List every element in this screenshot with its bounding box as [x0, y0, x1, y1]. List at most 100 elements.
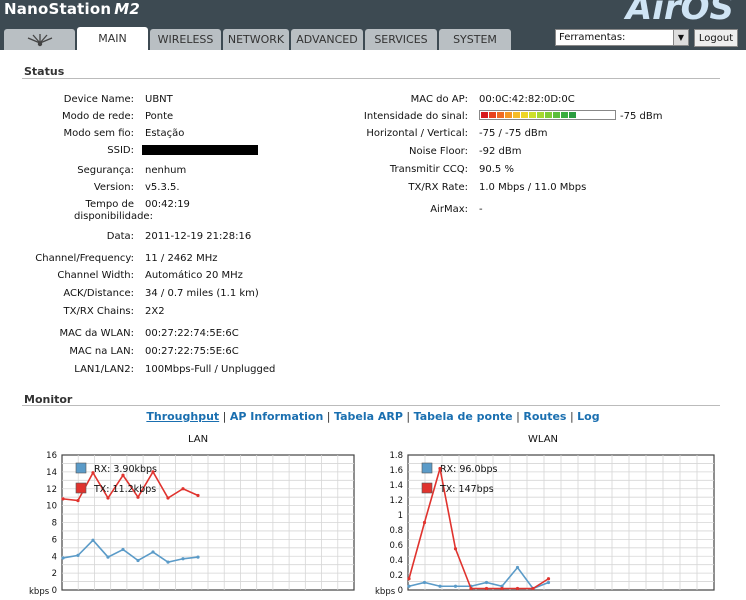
data-point	[484, 586, 489, 591]
data-point	[181, 487, 185, 491]
status-label: ACK/Distance:	[63, 288, 134, 299]
tab-network[interactable]: NETWORK	[223, 29, 289, 50]
legend-label: TX: 11.2kbps	[93, 484, 156, 495]
data-point	[546, 580, 551, 585]
signal-strength-segment	[585, 112, 592, 118]
tab-system[interactable]: SYSTEM	[439, 29, 511, 50]
wlan-throughput-chart: 1.8 1.6 1.4 1.2 1 0.8 0.6 0.4 0.2 0kbps RX: 96.0bp…	[375, 451, 715, 597]
link-log[interactable]: Log	[577, 410, 599, 423]
status-label: AirMax:	[430, 204, 468, 215]
status-value: v5.3.5.	[145, 182, 180, 193]
tools-dropdown-value: Ferramentas:	[559, 32, 626, 43]
tab-services[interactable]: SERVICES	[365, 29, 437, 50]
status-title: Status	[24, 65, 65, 78]
y-tick-label: 0	[398, 586, 403, 596]
status-label: Data:	[106, 231, 134, 242]
y-tick-label: 0.8	[389, 526, 403, 536]
data-point	[166, 496, 170, 500]
data-point	[91, 538, 95, 542]
tab-network-label: NETWORK	[227, 33, 285, 46]
lan-throughput-chart: 16 14 12 10 8 6 4 2 0kbps RX: 3.90kbps TX: 11.2kbp…	[29, 451, 355, 597]
link-tabela-arp[interactable]: Tabela ARP	[334, 410, 403, 423]
main-tabs: MAIN WIRELESS NETWORK ADVANCED SERVICES …	[4, 27, 513, 50]
status-value: Automático 20 MHz	[145, 270, 243, 281]
link-separator: |	[566, 410, 578, 423]
data-point	[136, 495, 140, 499]
ssid-redacted-value	[142, 145, 258, 155]
status-value: 00:27:22:74:5E:6C	[145, 328, 239, 339]
status-label: MAC do AP:	[410, 94, 468, 105]
y-tick-label: 1.2	[389, 496, 403, 506]
logout-button[interactable]: Logout	[694, 29, 738, 47]
y-axis-label: kbps	[29, 587, 50, 597]
data-point	[121, 473, 125, 477]
brand-model: M2	[114, 0, 141, 18]
tools-dropdown[interactable]: Ferramentas: ▼	[555, 29, 689, 46]
tab-advanced[interactable]: ADVANCED	[291, 29, 363, 50]
data-point	[91, 471, 95, 475]
data-point	[166, 560, 170, 564]
lan-chart-title: LAN	[188, 434, 209, 445]
status-label: Version:	[93, 182, 134, 193]
status-label: LAN1/LAN2:	[74, 364, 134, 375]
signal-strength-segment	[545, 112, 552, 118]
link-throughput[interactable]: Throughput	[146, 410, 219, 423]
signal-strength-segment	[577, 112, 584, 118]
status-label: MAC na LAN:	[69, 346, 134, 357]
y-tick-label: 8	[52, 519, 57, 529]
status-label: Segurança:	[77, 165, 134, 176]
signal-strength-segment	[593, 112, 600, 118]
data-point	[76, 498, 80, 503]
status-value: -	[479, 204, 483, 215]
signal-strength-bar	[479, 110, 616, 120]
status-value: 00:27:22:75:5E:6C	[145, 346, 239, 357]
data-point	[453, 584, 458, 588]
data-point	[438, 466, 442, 471]
status-value: 2011-12-19 21:28:16	[145, 231, 252, 242]
y-tick-label: 1	[398, 511, 403, 521]
signal-strength-segment	[529, 112, 536, 118]
legend-label: RX: 96.0bps	[440, 464, 498, 475]
data-point	[515, 565, 520, 570]
data-point	[61, 497, 65, 501]
link-tabela-de-ponte[interactable]: Tabela de ponte	[414, 410, 513, 423]
signal-strength-segment	[497, 112, 504, 118]
status-value: 90.5 %	[479, 164, 514, 175]
tab-wireless[interactable]: WIRELESS	[150, 29, 221, 50]
y-tick-label: 0.2	[389, 571, 403, 581]
status-label: MAC da WLAN:	[59, 328, 135, 339]
tab-wireless-label: WIRELESS	[157, 33, 214, 46]
signal-strength-segment	[521, 112, 528, 118]
link-ap-information[interactable]: AP Information	[230, 410, 323, 423]
data-point	[136, 558, 140, 563]
status-value: 34 / 0.7 miles (1.1 km)	[145, 288, 259, 299]
data-point	[151, 550, 155, 554]
status-label: Device Name:	[63, 94, 134, 105]
y-tick-label: 2	[52, 569, 57, 579]
legend-swatch	[421, 482, 433, 494]
signal-strength-segment	[601, 112, 608, 118]
link-routes[interactable]: Routes	[523, 410, 566, 423]
legend-label: TX: 147bps	[439, 484, 494, 495]
brand-logo: NanoStation M2	[4, 0, 140, 18]
status-label: Intensidade do sinal:	[363, 111, 468, 122]
y-axis-label: kbps	[375, 587, 396, 597]
signal-strength-segment	[489, 112, 496, 118]
status-label: SSID:	[107, 145, 134, 156]
status-value: UBNT	[145, 94, 173, 105]
status-value: 2X2	[145, 306, 165, 317]
tab-ubnt-logo[interactable]	[4, 29, 75, 50]
header-bar: NanoStation M2 AirOS MAIN WIRELESS NETWOR…	[0, 0, 746, 50]
tab-advanced-label: ADVANCED	[296, 33, 358, 46]
y-tick-label: 12	[46, 485, 57, 495]
monitor-divider	[22, 405, 720, 406]
status-label: Tempo de disponibilidade:	[74, 199, 153, 222]
tab-main[interactable]: MAIN	[77, 27, 148, 50]
status-label: Modo de rede:	[62, 111, 134, 122]
link-separator: |	[219, 410, 230, 423]
chevron-down-icon[interactable]: ▼	[673, 30, 688, 45]
data-point	[515, 586, 520, 591]
wlan-chart-title: WLAN	[528, 434, 559, 445]
status-label: Noise Floor:	[409, 146, 468, 157]
status-value: -75 / -75 dBm	[479, 128, 548, 139]
